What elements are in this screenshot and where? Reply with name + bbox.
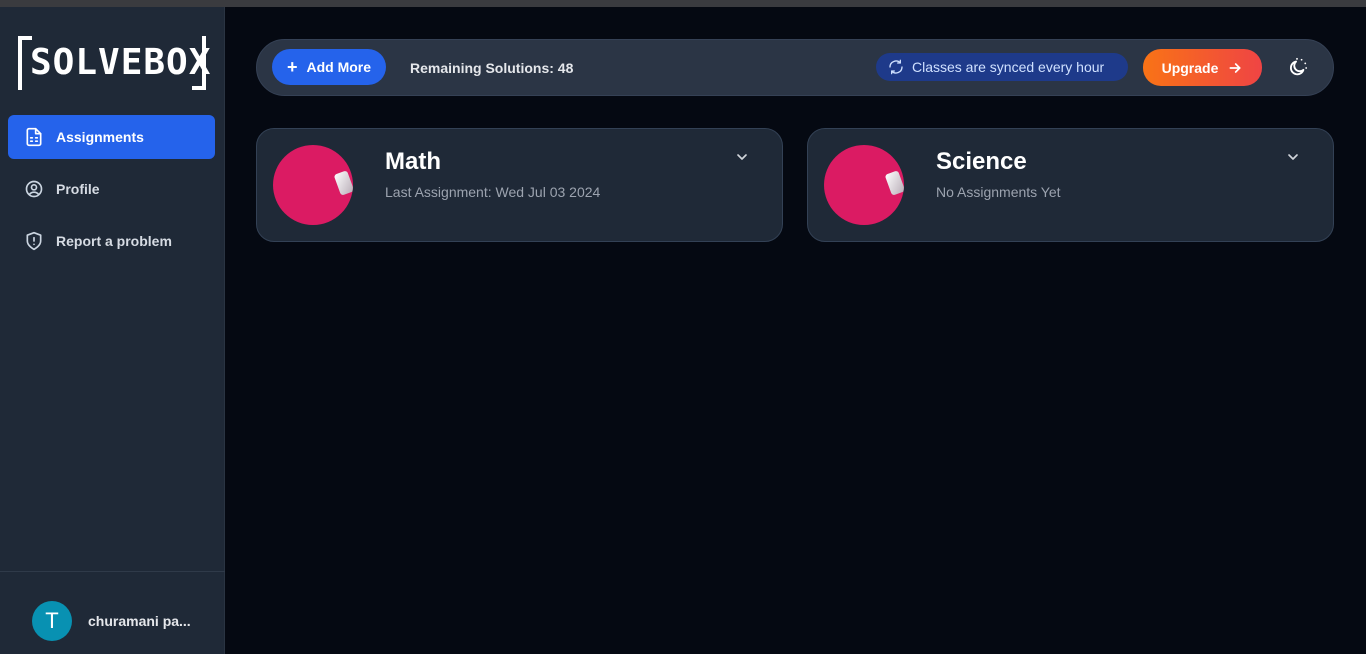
class-image	[824, 145, 904, 225]
add-more-label: Add More	[306, 59, 372, 75]
solvebox-logo[interactable]: SOLVEBOX	[18, 36, 212, 90]
window-top-strip	[0, 0, 1366, 7]
class-image	[273, 145, 353, 225]
sidebar-nav: Assignments Profile Report a problem	[8, 115, 215, 271]
sidebar: SOLVEBOX Assignments Profile Report a pr…	[0, 7, 225, 654]
sidebar-item-assignments[interactable]: Assignments	[8, 115, 215, 159]
sync-label: Classes are synced every hour	[912, 59, 1105, 75]
upgrade-label: Upgrade	[1161, 59, 1219, 76]
class-title: Science	[936, 148, 1027, 175]
sync-status-badge: Classes are synced every hour	[876, 53, 1128, 81]
add-more-button[interactable]: + Add More	[272, 49, 386, 85]
shield-alert-icon	[26, 231, 42, 251]
sidebar-item-label: Profile	[56, 181, 100, 197]
logo-text: SOLVEBOX	[30, 42, 212, 83]
document-icon	[26, 127, 42, 147]
sidebar-item-label: Assignments	[56, 129, 144, 145]
user-circle-icon	[25, 180, 43, 198]
top-toolbar: + Add More Remaining Solutions: 48 Class…	[256, 39, 1334, 96]
theme-toggle-moon-icon[interactable]	[1286, 57, 1308, 79]
class-card-science[interactable]: Science No Assignments Yet	[807, 128, 1334, 242]
refresh-icon	[889, 59, 903, 75]
class-subtitle: Last Assignment: Wed Jul 03 2024	[385, 184, 601, 200]
chevron-down-icon[interactable]	[734, 149, 750, 165]
sidebar-divider	[0, 571, 225, 572]
remaining-solutions: Remaining Solutions: 48	[410, 60, 574, 76]
plus-icon: +	[286, 57, 298, 77]
class-card-math[interactable]: Math Last Assignment: Wed Jul 03 2024	[256, 128, 783, 242]
avatar: T	[32, 601, 72, 641]
sidebar-item-report-problem[interactable]: Report a problem	[8, 219, 215, 263]
user-name: churamani pa...	[88, 613, 191, 629]
class-subtitle: No Assignments Yet	[936, 184, 1061, 200]
sidebar-item-profile[interactable]: Profile	[8, 167, 215, 211]
user-menu[interactable]: T churamani pa...	[32, 601, 198, 641]
arrow-right-icon	[1229, 62, 1241, 73]
chevron-down-icon[interactable]	[1285, 149, 1301, 165]
class-title: Math	[385, 148, 441, 175]
sidebar-item-label: Report a problem	[56, 233, 172, 249]
upgrade-button[interactable]: Upgrade	[1143, 49, 1262, 86]
